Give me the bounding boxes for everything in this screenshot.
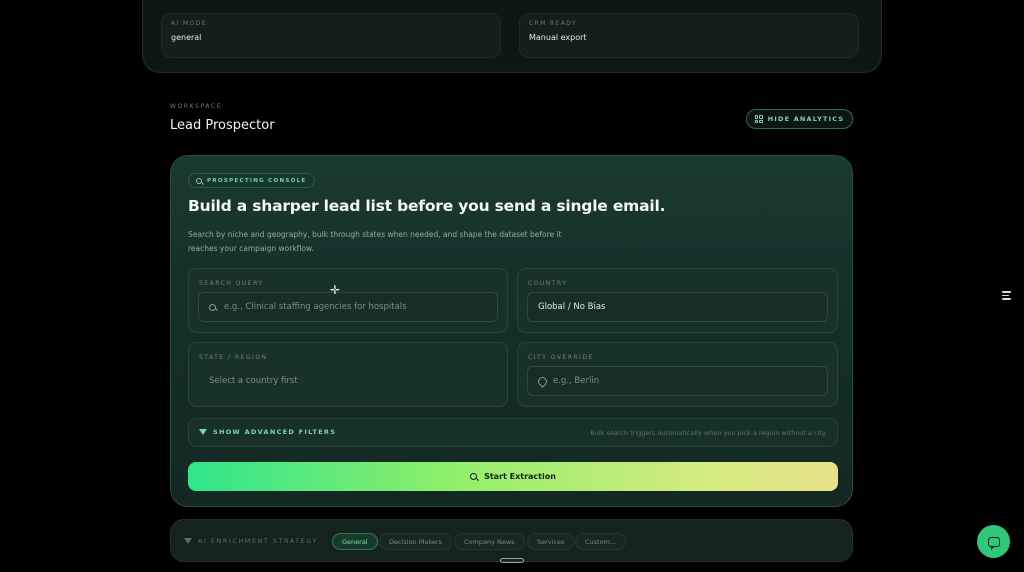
chat-icon [987, 536, 1000, 550]
enrichment-label: AI ENRICHMENT STRATEGY [184, 537, 318, 545]
search-input[interactable]: e.g., Clinical staffing agencies for hos… [198, 292, 498, 322]
field-label: STATE / REGION [199, 354, 268, 361]
hide-analytics-button[interactable]: HIDE ANALYTICS [746, 109, 853, 129]
state-placeholder: Select a country first [209, 376, 298, 386]
state-select[interactable]: Select a country first [198, 366, 498, 396]
stats-card: AI MODE general CRM READY Manual export [142, 0, 882, 73]
workspace-eyebrow: WORKSPACE [170, 103, 223, 110]
strategy-option-decision-makers[interactable]: Decision Makers [379, 533, 452, 550]
stat-value: Manual export [529, 33, 587, 42]
advanced-filters-label: SHOW ADVANCED FILTERS [213, 428, 337, 436]
stat-value: general [171, 33, 202, 42]
start-extraction-button[interactable]: Start Extraction [188, 462, 838, 491]
city-override-field: CITY OVERRIDE e.g., Berlin [517, 342, 838, 407]
settings-sliders-icon[interactable] [999, 289, 1015, 305]
field-label: SEARCH QUERY [199, 280, 264, 287]
bulk-search-hint: Bulk search triggers automatically when … [590, 429, 827, 437]
city-input[interactable]: e.g., Berlin [527, 366, 828, 396]
chat-button[interactable] [977, 525, 1010, 558]
funnel-icon [199, 429, 207, 435]
country-select[interactable]: Global / No Bias [527, 292, 828, 322]
hide-analytics-label: HIDE ANALYTICS [767, 115, 845, 123]
grid-icon [754, 115, 763, 123]
pin-icon [538, 377, 545, 386]
move-cursor-icon: ✛ [330, 283, 341, 297]
search-icon [209, 303, 216, 311]
strategy-option-company-news[interactable]: Company News [454, 533, 525, 550]
search-icon [470, 473, 478, 480]
stat-crm-ready: CRM READY Manual export [519, 13, 859, 58]
scroll-handle[interactable] [500, 558, 524, 563]
enrichment-label-text: AI ENRICHMENT STRATEGY [198, 537, 318, 545]
field-label: COUNTRY [528, 280, 568, 287]
field-label: CITY OVERRIDE [528, 354, 594, 361]
search-query-field: SEARCH QUERY e.g., Clinical staffing age… [188, 268, 508, 333]
search-icon [196, 177, 202, 184]
country-field: COUNTRY Global / No Bias [517, 268, 838, 333]
console-tag-label: PROSPECTING CONSOLE [207, 177, 307, 184]
city-placeholder: e.g., Berlin [553, 376, 600, 386]
advanced-filters-bar: SHOW ADVANCED FILTERS Bulk search trigge… [188, 418, 838, 447]
prospecting-console: PROSPECTING CONSOLE Build a sharper lead… [170, 155, 853, 507]
show-advanced-filters-button[interactable]: SHOW ADVANCED FILTERS [199, 428, 336, 436]
page-title: Lead Prospector [170, 118, 275, 133]
console-tag: PROSPECTING CONSOLE [188, 173, 316, 188]
stat-label: CRM READY [529, 20, 578, 27]
country-value: Global / No Bias [538, 302, 606, 312]
strategy-option-general[interactable]: General [332, 533, 378, 550]
search-placeholder: e.g., Clinical staffing agencies for hos… [224, 302, 407, 312]
state-region-field: STATE / REGION Select a country first [188, 342, 508, 407]
console-headline: Build a sharper lead list before you sen… [188, 197, 666, 215]
stat-label: AI MODE [171, 20, 207, 27]
strategy-option-custom[interactable]: Custom... [575, 533, 627, 550]
stat-ai-mode: AI MODE general [161, 13, 501, 58]
start-extraction-label: Start Extraction [484, 472, 556, 481]
strategy-option-services[interactable]: Services [527, 533, 575, 550]
enrichment-strategy-bar: AI ENRICHMENT STRATEGY General Decision … [170, 519, 853, 562]
console-description: Search by niche and geography, bulk thro… [188, 230, 562, 253]
funnel-icon [184, 538, 192, 544]
